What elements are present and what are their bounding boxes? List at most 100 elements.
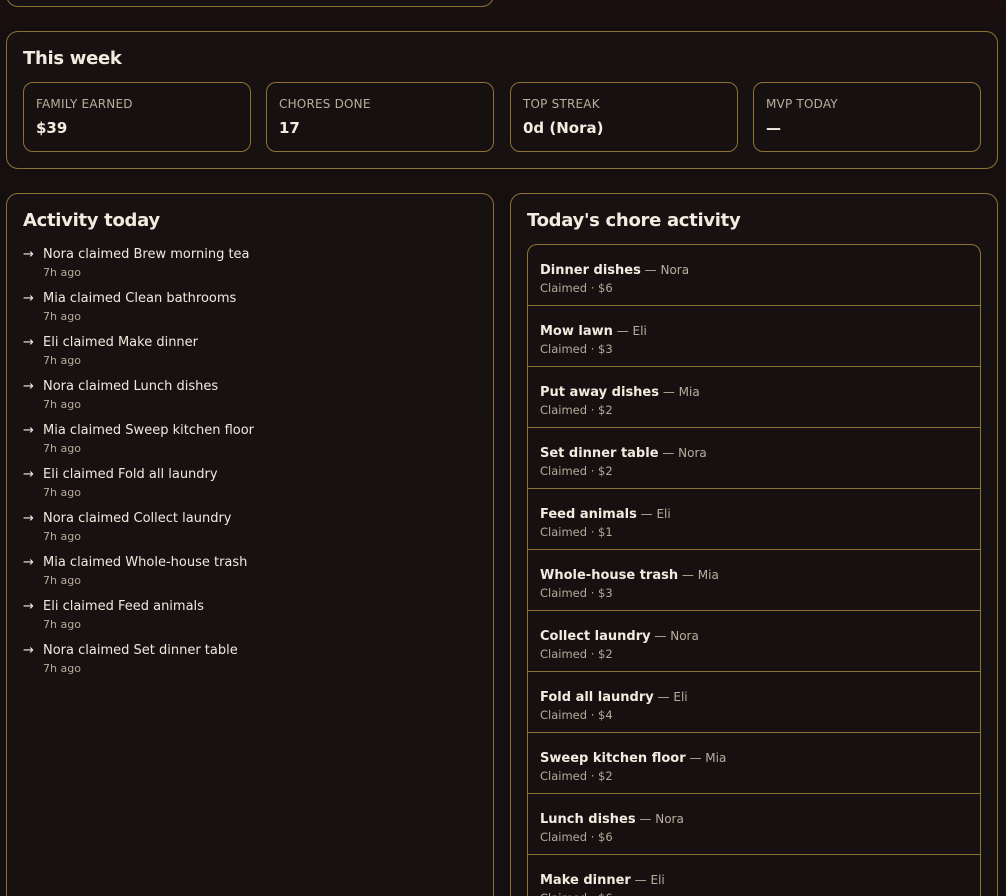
chore-name: Dinner dishes — [540, 263, 641, 278]
stat-top-streak: TOP STREAK 0d (Nora) — [510, 82, 738, 152]
activity-time: 7h ago — [43, 398, 81, 411]
chore-row[interactable]: Mow lawn — Eli Claimed · $3 — [528, 306, 980, 367]
arrow-right-icon: → — [23, 291, 34, 306]
chore-heading: Mow lawn — Eli — [540, 320, 968, 339]
chore-name: Mow lawn — [540, 324, 613, 339]
chore-name: Set dinner table — [540, 446, 659, 461]
stat-label: CHORES DONE — [279, 97, 371, 111]
activity-item: → Eli claimed Fold all laundry 7h ago — [23, 466, 254, 510]
stat-value: 0d (Nora) — [523, 119, 604, 137]
activity-time: 7h ago — [43, 310, 81, 323]
arrow-right-icon: → — [23, 335, 34, 350]
activity-time: 7h ago — [43, 662, 81, 675]
chore-separator: — — [635, 812, 656, 826]
activity-item: → Eli claimed Feed animals 7h ago — [23, 598, 254, 642]
chore-status: Claimed · $2 — [540, 464, 613, 478]
chore-row[interactable]: Collect laundry — Nora Claimed · $2 — [528, 611, 980, 672]
activity-feed: → Nora claimed Brew morning tea 7h ago → Mia… — [23, 246, 254, 686]
previous-panel — [6, 0, 494, 7]
chore-row[interactable]: Make dinner — Eli Claimed · $6 — [528, 855, 980, 896]
chore-row[interactable]: Fold all laundry — Eli Claimed · $4 — [528, 672, 980, 733]
arrow-right-icon: → — [23, 643, 34, 658]
arrow-right-icon: → — [23, 423, 34, 438]
activity-time: 7h ago — [43, 574, 81, 587]
chore-row[interactable]: Feed animals — Eli Claimed · $1 — [528, 489, 980, 550]
chore-assignee: Eli — [650, 873, 665, 887]
this-week-title: This week — [23, 48, 122, 69]
chore-row[interactable]: Lunch dishes — Nora Claimed · $6 — [528, 794, 980, 855]
chore-status: Claimed · $3 — [540, 342, 613, 356]
chore-status: Claimed · $2 — [540, 403, 613, 417]
chore-heading: Sweep kitchen floor — Mia — [540, 747, 968, 766]
activity-text: Nora claimed Lunch dishes — [43, 379, 219, 394]
activity-time: 7h ago — [43, 530, 81, 543]
chore-status: Claimed · $6 — [540, 891, 968, 896]
chore-status: Claimed · $1 — [540, 525, 613, 539]
activity-time: 7h ago — [43, 486, 81, 499]
activity-text: Eli claimed Feed animals — [43, 599, 204, 614]
activity-today-panel: Activity today → Nora claimed Brew mornin… — [6, 193, 494, 896]
activity-time: 7h ago — [43, 266, 81, 279]
chore-name: Lunch dishes — [540, 812, 636, 827]
chore-row[interactable]: Put away dishes — Mia Claimed · $2 — [528, 367, 980, 428]
stat-family-earned: FAMILY EARNED $39 — [23, 82, 251, 152]
activity-item: → Nora claimed Brew morning tea 7h ago — [23, 246, 254, 290]
activity-text: Eli claimed Make dinner — [43, 335, 199, 350]
chore-heading: Fold all laundry — Eli — [540, 686, 968, 705]
stat-chores-done: CHORES DONE 17 — [266, 82, 494, 152]
chore-row[interactable]: Sweep kitchen floor — Mia Claimed · $2 — [528, 733, 980, 794]
chore-row[interactable]: Set dinner table — Nora Claimed · $2 — [528, 428, 980, 489]
activity-text: Mia claimed Clean bathrooms — [43, 291, 237, 306]
chore-activity-title: Today's chore activity — [527, 210, 741, 231]
chore-heading: Lunch dishes — Nora — [540, 808, 968, 827]
arrow-right-icon: → — [23, 247, 34, 262]
chore-activity-panel: Today's chore activity Dinner dishes — N… — [510, 193, 998, 896]
chore-heading: Make dinner — Eli — [540, 869, 968, 888]
chore-separator: — — [678, 568, 698, 582]
chore-separator: — — [659, 385, 679, 399]
chore-separator: — — [612, 324, 633, 338]
chore-assignee: Eli — [656, 507, 671, 521]
activity-text: Nora claimed Brew morning tea — [43, 247, 250, 262]
activity-time: 7h ago — [43, 442, 81, 455]
stat-label: MVP TODAY — [766, 97, 838, 111]
chore-name: Collect laundry — [540, 629, 651, 644]
chore-heading: Collect laundry — Nora — [540, 625, 968, 644]
chore-row[interactable]: Dinner dishes — Nora Claimed · $6 — [528, 245, 980, 306]
chore-name: Feed animals — [540, 507, 637, 522]
activity-text: Nora claimed Set dinner table — [43, 643, 238, 658]
chore-name: Fold all laundry — [540, 690, 654, 705]
chore-row[interactable]: Whole-house trash — Mia Claimed · $3 — [528, 550, 980, 611]
activity-item: → Nora claimed Lunch dishes 7h ago — [23, 378, 254, 422]
stat-label: TOP STREAK — [523, 97, 600, 111]
chore-separator: — — [640, 263, 661, 277]
stat-value: 17 — [279, 119, 300, 137]
chore-assignee: Eli — [632, 324, 647, 338]
activity-today-title: Activity today — [23, 210, 160, 231]
chore-status: Claimed · $3 — [540, 586, 613, 600]
chore-assignee: Eli — [673, 690, 688, 704]
activity-text: Mia claimed Sweep kitchen floor — [43, 423, 255, 438]
chore-heading: Feed animals — Eli — [540, 503, 968, 522]
stat-value: — — [766, 119, 781, 137]
chore-assignee: Nora — [655, 812, 684, 826]
activity-time: 7h ago — [43, 618, 81, 631]
activity-item: → Mia claimed Sweep kitchen floor 7h ago — [23, 422, 254, 466]
chore-heading: Dinner dishes — Nora — [540, 259, 968, 278]
chore-separator: — — [630, 873, 651, 887]
arrow-right-icon: → — [23, 467, 34, 482]
activity-time: 7h ago — [43, 354, 81, 367]
chore-status: Claimed · $4 — [540, 708, 613, 722]
chore-name: Put away dishes — [540, 385, 659, 400]
chore-heading: Set dinner table — Nora — [540, 442, 968, 461]
stat-value: $39 — [36, 119, 68, 137]
chore-status: Claimed · $2 — [540, 769, 613, 783]
chore-separator: — — [636, 507, 657, 521]
chore-list[interactable]: Dinner dishes — Nora Claimed · $6 Mow lawn… — [527, 244, 981, 896]
chore-separator: — — [653, 690, 674, 704]
activity-text: Mia claimed Whole-house trash — [43, 555, 248, 570]
chore-assignee: Mia — [705, 751, 727, 765]
chore-name: Sweep kitchen floor — [540, 751, 686, 766]
chore-assignee: Nora — [678, 446, 707, 460]
chore-assignee: Mia — [697, 568, 719, 582]
